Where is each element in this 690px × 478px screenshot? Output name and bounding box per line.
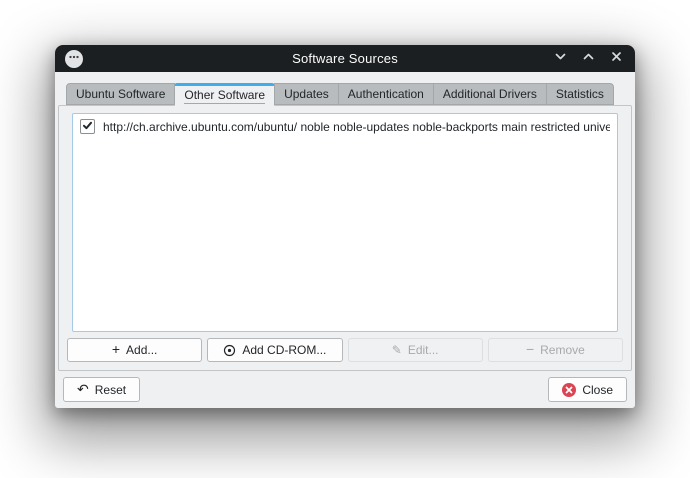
tab-authentication[interactable]: Authentication [337,83,434,105]
repository-checkbox[interactable] [80,119,95,134]
titlebar: Software Sources [55,45,635,72]
tab-statistics[interactable]: Statistics [545,83,614,105]
checkmark-icon [82,118,93,136]
tab-bar: Ubuntu Software Other Software Updates A… [66,83,632,106]
tab-ubuntu-software[interactable]: Ubuntu Software [66,83,176,105]
ellipsis-menu-icon [68,50,80,68]
plus-icon: + [111,341,121,357]
window-title: Software Sources [292,51,398,66]
repository-actions: + Add... Add CD-ROM... ✎ Edit... − Remov… [67,338,623,362]
reset-button[interactable]: ↶ Reset [63,377,141,402]
chevron-up-icon [582,50,595,68]
add-cdrom-button[interactable]: Add CD-ROM... [207,338,343,362]
undo-icon: ↶ [77,380,89,397]
x-icon [610,50,623,68]
maximize-button[interactable] [581,52,595,66]
pencil-icon: ✎ [391,343,402,357]
close-window-button[interactable] [609,50,623,68]
remove-button[interactable]: − Remove [487,338,623,362]
close-button[interactable]: Close [548,377,627,402]
repository-list-item[interactable]: http://ch.archive.ubuntu.com/ubuntu/ nob… [73,114,617,139]
window-menu-button[interactable] [65,49,83,68]
software-sources-window: Software Sources Ubuntu Software Other S… [55,45,635,408]
tab-updates[interactable]: Updates [274,83,339,105]
close-circle-icon [562,382,577,397]
minimize-button[interactable] [553,52,567,66]
minus-icon: − [525,341,535,357]
tab-other-software[interactable]: Other Software [174,83,276,106]
add-button[interactable]: + Add... [67,338,203,362]
dialog-footer: ↶ Reset Close [55,371,635,408]
edit-button[interactable]: ✎ Edit... [347,338,483,362]
repository-url-text: http://ch.archive.ubuntu.com/ubuntu/ nob… [103,119,610,134]
repository-list[interactable]: http://ch.archive.ubuntu.com/ubuntu/ nob… [72,113,618,332]
chevron-down-icon [554,50,567,68]
tab-page-other-software: http://ch.archive.ubuntu.com/ubuntu/ nob… [58,105,632,371]
tab-additional-drivers[interactable]: Additional Drivers [432,83,547,105]
window-controls [553,50,623,68]
optical-disc-icon [223,344,236,357]
